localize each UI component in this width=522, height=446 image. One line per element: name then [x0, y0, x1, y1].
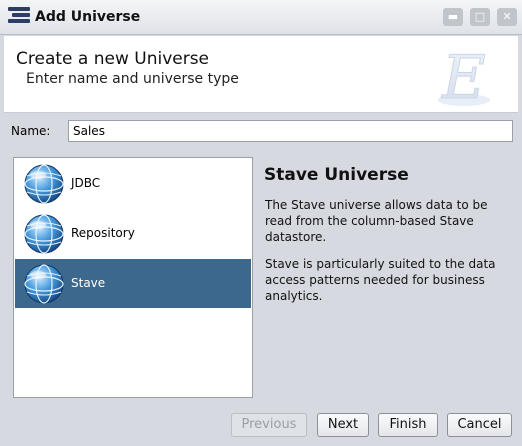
page-subtitle: Enter name and universe type	[26, 71, 239, 87]
wizard-header: Create a new Universe Enter name and uni…	[4, 36, 518, 113]
universe-type-label: Stave	[71, 276, 106, 290]
title-bar[interactable]: Add Universe ▬ □ ✕	[0, 0, 522, 35]
universe-type-list[interactable]: JDBC Repository Stave	[13, 157, 253, 398]
description-paragraph-1: The Stave universe allows data to be rea…	[265, 198, 488, 244]
minimize-button[interactable]: ▬	[443, 8, 463, 26]
svg-text:E: E	[441, 43, 486, 108]
universe-type-label: JDBC	[71, 176, 101, 190]
add-universe-dialog: Add Universe ▬ □ ✕ Create a new Universe…	[0, 0, 522, 446]
name-input[interactable]	[68, 120, 513, 142]
wizard-emblem-icon: E	[438, 43, 490, 108]
finish-button[interactable]: Finish	[378, 413, 438, 437]
page-title: Create a new Universe	[16, 49, 210, 69]
globe-icon	[23, 213, 65, 255]
description-paragraph-2: Stave is particularly suited to the data…	[265, 257, 496, 303]
globe-icon	[23, 163, 65, 205]
universe-type-label: Repository	[71, 226, 135, 240]
previous-button[interactable]: Previous	[231, 413, 307, 437]
description-title: Stave Universe	[264, 165, 409, 185]
app-menu-icon[interactable]	[8, 7, 30, 27]
close-button[interactable]: ✕	[497, 8, 517, 26]
globe-icon	[23, 263, 65, 305]
window-title: Add Universe	[35, 9, 141, 25]
universe-type-item[interactable]: Stave	[15, 259, 251, 308]
universe-type-item[interactable]: JDBC	[15, 159, 251, 208]
maximize-button[interactable]: □	[470, 8, 490, 26]
next-button[interactable]: Next	[317, 413, 369, 437]
name-label: Name:	[11, 124, 51, 138]
cancel-button[interactable]: Cancel	[447, 413, 512, 437]
universe-type-item[interactable]: Repository	[15, 209, 251, 258]
